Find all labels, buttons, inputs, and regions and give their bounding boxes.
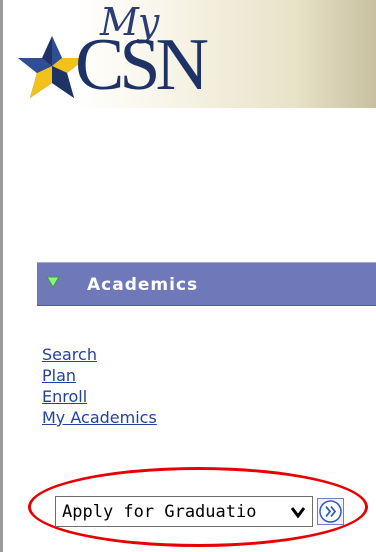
enroll-link[interactable]: Enroll <box>42 386 157 407</box>
chevron-down-icon <box>290 507 306 519</box>
left-border <box>0 0 3 552</box>
triangle-down-icon <box>46 276 60 288</box>
double-chevron-right-icon <box>319 500 342 523</box>
go-button[interactable] <box>317 498 344 525</box>
mycsn-logo[interactable]: My CSN <box>12 0 222 106</box>
academics-section-header[interactable]: Academics <box>37 262 376 306</box>
section-title: Academics <box>87 275 199 295</box>
plan-link[interactable]: Plan <box>42 365 157 386</box>
select-value: Apply for Graduatio <box>62 502 257 522</box>
academics-links: Search Plan Enroll My Academics <box>42 344 157 428</box>
academics-action-select[interactable]: Apply for Graduatio <box>55 496 313 527</box>
search-link[interactable]: Search <box>42 344 157 365</box>
my-academics-link[interactable]: My Academics <box>42 407 157 428</box>
logo-brand-text: CSN <box>75 24 209 106</box>
